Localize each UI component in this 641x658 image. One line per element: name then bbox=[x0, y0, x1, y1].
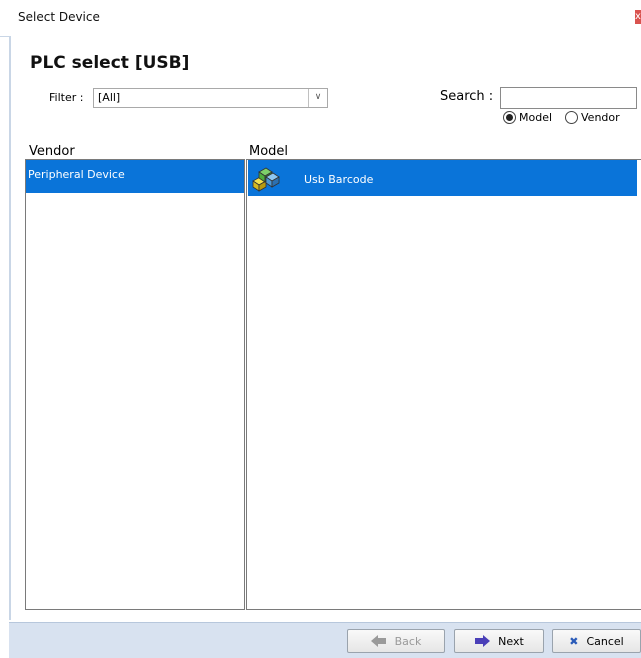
next-label: Next bbox=[498, 634, 524, 648]
back-label: Back bbox=[394, 634, 422, 648]
arrow-right-icon bbox=[475, 635, 491, 647]
radio-selected-icon[interactable] bbox=[503, 111, 516, 124]
search-label: Search : bbox=[440, 89, 494, 104]
close-icon: ✖ bbox=[569, 634, 579, 648]
button-bar bbox=[9, 622, 641, 658]
cancel-button[interactable]: ✖ Cancel bbox=[552, 629, 641, 653]
search-input[interactable] bbox=[500, 87, 637, 109]
title-bar: Select Device x bbox=[0, 0, 641, 37]
vendor-name: Peripheral Device bbox=[28, 168, 125, 181]
radio-vendor-label: Vendor bbox=[581, 111, 620, 124]
radio-model-label: Model bbox=[519, 111, 553, 124]
next-button[interactable]: Next bbox=[454, 629, 544, 653]
vendor-list[interactable]: Peripheral Device bbox=[25, 159, 245, 610]
list-item[interactable]: Usb Barcode bbox=[248, 160, 637, 196]
arrow-left-icon bbox=[370, 635, 386, 647]
window-title: Select Device bbox=[18, 10, 100, 24]
filter-dropdown[interactable]: [All] ∨ bbox=[93, 88, 328, 108]
radio-vendor[interactable]: Vendor bbox=[565, 111, 620, 124]
filter-value: [All] bbox=[98, 91, 121, 104]
close-icon[interactable]: x bbox=[635, 10, 641, 24]
model-column-header: Model bbox=[249, 144, 289, 159]
cancel-label: Cancel bbox=[586, 634, 624, 648]
back-button[interactable]: Back bbox=[347, 629, 445, 653]
list-item[interactable]: Peripheral Device bbox=[26, 160, 244, 193]
page-title: PLC select [USB] bbox=[30, 53, 190, 73]
vendor-column-header: Vendor bbox=[29, 144, 75, 159]
model-name: Usb Barcode bbox=[304, 173, 374, 186]
radio-unselected-icon[interactable] bbox=[565, 111, 578, 124]
radio-model[interactable]: Model bbox=[503, 111, 552, 124]
filter-label: Filter : bbox=[49, 91, 84, 104]
usb-barcode-cubes-icon bbox=[252, 167, 280, 192]
chevron-down-icon[interactable]: ∨ bbox=[308, 89, 327, 107]
model-list[interactable]: Usb Barcode bbox=[246, 159, 641, 610]
